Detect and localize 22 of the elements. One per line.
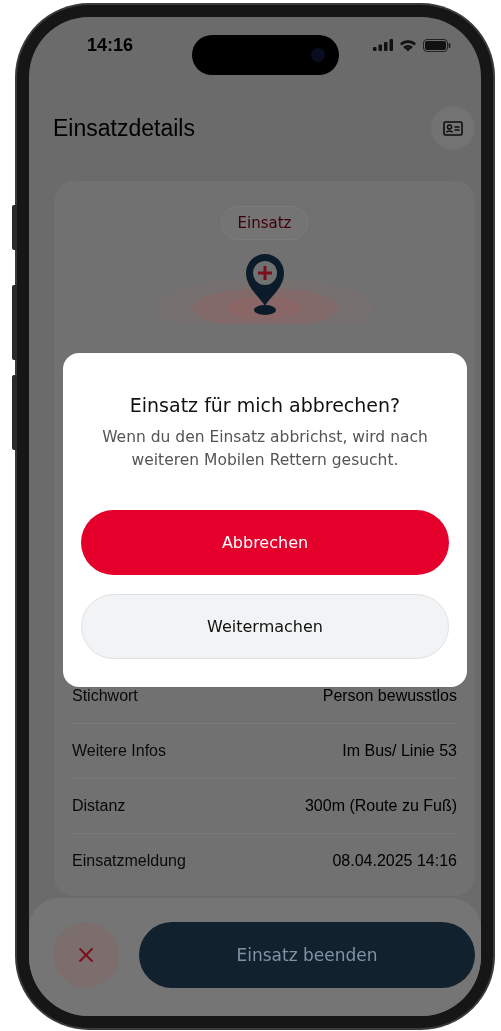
dialog-message: Wenn du den Einsatz abbrichst, wird nach weiteren Mobilen Rettern gesucht.	[101, 427, 429, 471]
detail-value: Person bewusstlos	[322, 687, 457, 705]
status-time: 14:16	[87, 34, 134, 56]
detail-label: Stichwort	[72, 687, 138, 705]
dialog-title: Einsatz für mich abbrechen?	[129, 394, 401, 416]
detail-label: Weitere Infos	[72, 742, 166, 760]
close-icon	[78, 947, 94, 963]
detail-value: Im Bus/ Linie 53	[342, 742, 457, 760]
page-title: Einsatzdetails	[53, 114, 195, 142]
abort-button[interactable]: Abbrechen	[81, 510, 449, 575]
detail-label: Distanz	[72, 797, 126, 815]
incident-badge: Einsatz	[220, 206, 309, 240]
battery-icon	[423, 38, 451, 52]
id-card-icon	[443, 120, 463, 136]
detail-value: 08.04.2025 14:16	[332, 852, 457, 870]
detail-label: Einsatzmeldung	[72, 852, 186, 870]
id-card-button[interactable]	[431, 106, 475, 150]
continue-button[interactable]: Weitermachen	[81, 594, 449, 659]
wifi-icon	[399, 38, 417, 52]
signal-icon	[373, 39, 393, 51]
detail-value: 300m (Route zu Fuß)	[304, 797, 457, 815]
end-mission-button[interactable]: Einsatz beenden	[139, 922, 475, 988]
